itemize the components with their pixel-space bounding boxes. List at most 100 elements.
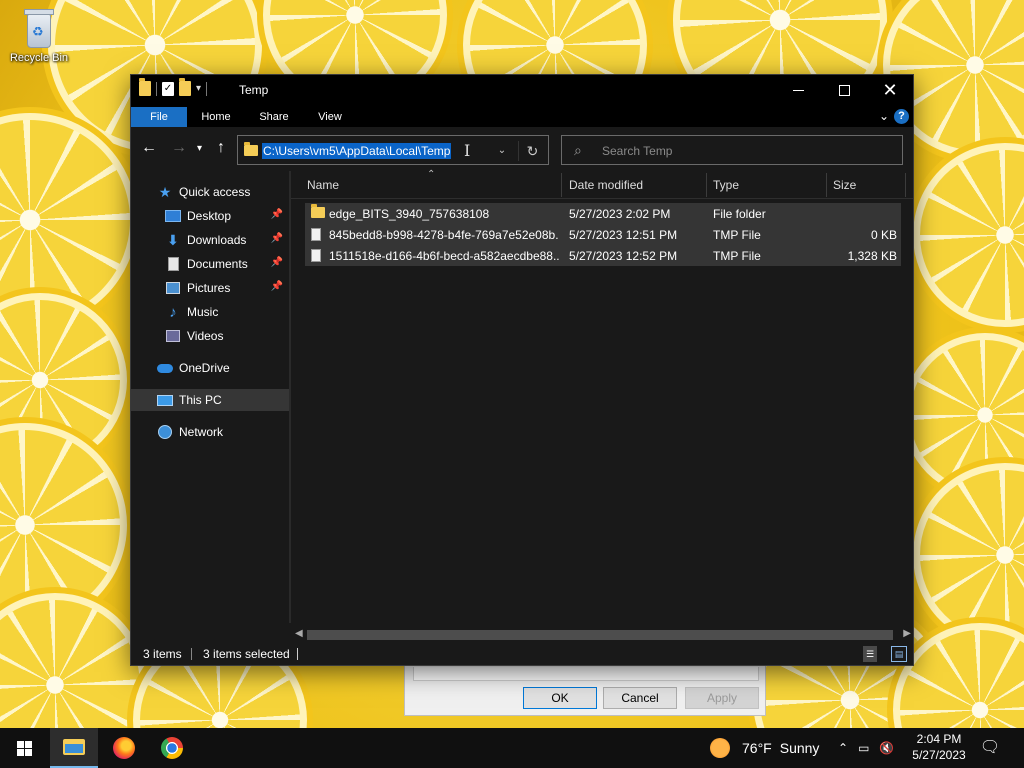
network-status-icon[interactable]: ▭ bbox=[858, 741, 869, 755]
navigation-pane: ★ Quick access Desktop 📌 ⬇ Downloads 📌 D… bbox=[131, 171, 289, 623]
taskbar-firefox[interactable] bbox=[100, 728, 148, 768]
properties-icon[interactable]: ✓ bbox=[162, 81, 174, 96]
quick-access-toolbar: ✓ ▾ bbox=[139, 78, 208, 96]
search-icon: ⌕ bbox=[574, 142, 582, 158]
desktop-icon bbox=[165, 210, 181, 222]
pin-icon[interactable]: 📌 bbox=[271, 209, 283, 220]
tab-home[interactable]: Home bbox=[193, 107, 239, 127]
column-header-type[interactable]: Type bbox=[713, 178, 739, 192]
recycle-bin-shortcut[interactable]: ♻ Recycle Bin bbox=[4, 6, 74, 64]
file-date: 5/27/2023 12:51 PM bbox=[569, 228, 678, 242]
documents-icon bbox=[167, 257, 179, 271]
weather-widget[interactable]: 76°F Sunny bbox=[710, 728, 819, 768]
sidebar-item-videos[interactable]: Videos bbox=[131, 325, 289, 347]
file-type: TMP File bbox=[713, 228, 761, 242]
weather-temp: 76°F bbox=[742, 740, 772, 756]
sidebar-item-music[interactable]: ♪ Music bbox=[131, 301, 289, 323]
sidebar-item-label: Network bbox=[179, 425, 224, 439]
up-arrow-icon[interactable]: ↑ bbox=[217, 139, 225, 157]
minimize-button[interactable] bbox=[775, 75, 821, 105]
refresh-icon[interactable]: ↻ bbox=[518, 141, 546, 161]
taskbar-chrome[interactable] bbox=[148, 728, 196, 768]
pictures-icon bbox=[166, 282, 180, 294]
sidebar-item-label: OneDrive bbox=[179, 361, 230, 375]
start-button[interactable] bbox=[0, 728, 48, 768]
window-title: Temp bbox=[239, 83, 269, 97]
file-icon bbox=[311, 249, 321, 262]
scroll-right-icon[interactable]: ▶ bbox=[903, 628, 911, 639]
selected-count: 3 items selected bbox=[203, 647, 290, 661]
sidebar-item-label: Videos bbox=[187, 329, 224, 343]
pin-icon[interactable]: 📌 bbox=[271, 281, 283, 292]
column-label: Size bbox=[833, 178, 857, 192]
file-type: TMP File bbox=[713, 249, 761, 263]
sidebar-item-onedrive[interactable]: OneDrive bbox=[131, 357, 289, 379]
notifications-icon[interactable]: 🗨 bbox=[978, 736, 1002, 760]
tab-view[interactable]: View bbox=[307, 107, 353, 127]
new-folder-icon[interactable] bbox=[179, 78, 191, 96]
status-bar: 3 items 3 items selected ☰ ▤ bbox=[131, 643, 913, 665]
maximize-button[interactable] bbox=[821, 75, 867, 105]
pin-icon[interactable]: 📌 bbox=[271, 233, 283, 244]
file-name: edge_BITS_3940_757638108 bbox=[329, 207, 490, 221]
cancel-button[interactable]: Cancel bbox=[603, 687, 677, 709]
sidebar-item-pictures[interactable]: Pictures 📌 bbox=[131, 277, 289, 299]
recent-locations-icon[interactable]: ▾ bbox=[197, 143, 202, 154]
background-dialog-field bbox=[413, 667, 759, 681]
column-header-size[interactable]: Size bbox=[833, 178, 856, 192]
close-button[interactable]: ✕ bbox=[867, 75, 913, 105]
videos-icon bbox=[166, 330, 180, 342]
clock[interactable]: 2:04 PM 5/27/2023 bbox=[906, 731, 972, 763]
column-label: Name bbox=[307, 178, 340, 192]
table-row[interactable]: edge_BITS_3940_757638108 5/27/2023 2:02 … bbox=[305, 203, 901, 224]
file-name: 845bedd8-b998-4278-b4fe-769a7e52e08b... bbox=[329, 228, 559, 242]
sidebar-item-desktop[interactable]: Desktop 📌 bbox=[131, 205, 289, 227]
search-input[interactable]: ⌕ Search Temp bbox=[561, 135, 903, 165]
sidebar-item-documents[interactable]: Documents 📌 bbox=[131, 253, 289, 275]
details-view-icon[interactable]: ☰ bbox=[863, 646, 877, 662]
sidebar-item-label: Downloads bbox=[187, 233, 247, 247]
column-label: Type bbox=[713, 178, 740, 192]
show-hidden-icons-icon[interactable]: ⌃ bbox=[838, 741, 848, 755]
sidebar-item-quick-access[interactable]: ★ Quick access bbox=[131, 181, 289, 203]
file-date: 5/27/2023 12:52 PM bbox=[569, 249, 678, 263]
horizontal-scrollbar[interactable]: ◀ ▶ bbox=[291, 627, 913, 643]
table-row[interactable]: 845bedd8-b998-4278-b4fe-769a7e52e08b... … bbox=[305, 224, 901, 245]
address-dropdown-icon[interactable]: ⌄ bbox=[492, 141, 512, 161]
back-arrow-icon[interactable]: ← bbox=[141, 139, 157, 157]
file-size: 0 KB bbox=[870, 228, 897, 242]
large-icons-view-icon[interactable]: ▤ bbox=[891, 646, 907, 662]
volume-muted-icon[interactable]: 🔇 bbox=[879, 741, 894, 755]
sidebar-item-network[interactable]: Network bbox=[131, 421, 289, 443]
sidebar-item-label: Quick access bbox=[179, 185, 251, 199]
ok-button[interactable]: OK bbox=[523, 687, 597, 709]
taskbar-file-explorer[interactable] bbox=[50, 728, 98, 768]
column-header-name[interactable]: Name bbox=[307, 178, 339, 192]
star-icon: ★ bbox=[158, 183, 172, 200]
scrollbar-thumb[interactable] bbox=[307, 630, 893, 640]
address-path[interactable]: C:\Users\vm5\AppData\Local\Temp bbox=[262, 143, 452, 159]
network-icon bbox=[158, 425, 172, 439]
file-list: Name ⌃ Date modified Type Size edge_BITS… bbox=[291, 169, 913, 623]
sidebar-item-downloads[interactable]: ⬇ Downloads 📌 bbox=[131, 229, 289, 251]
sort-ascending-icon: ⌃ bbox=[427, 169, 436, 180]
column-headers: Name ⌃ Date modified Type Size bbox=[291, 169, 913, 199]
file-size: 1,328 KB bbox=[847, 249, 897, 263]
sidebar-item-label: Documents bbox=[187, 257, 248, 271]
sidebar-item-this-pc[interactable]: This PC bbox=[131, 389, 289, 411]
title-bar[interactable]: ✓ ▾ Temp ✕ bbox=[131, 75, 913, 107]
download-icon: ⬇ bbox=[167, 231, 179, 248]
file-explorer-window: ✓ ▾ Temp ✕ File Home Share View ⌄ ? ← → … bbox=[130, 74, 914, 666]
tab-share[interactable]: Share bbox=[251, 107, 297, 127]
customize-toolbar-icon[interactable]: ▾ bbox=[196, 83, 201, 94]
search-placeholder: Search Temp bbox=[602, 144, 673, 158]
table-row[interactable]: 1511518e-d166-4b6f-becd-a582aecdbe88... … bbox=[305, 245, 901, 266]
pin-icon[interactable]: 📌 bbox=[271, 257, 283, 268]
taskbar: 76°F Sunny ⌃ ▭ 🔇 2:04 PM 5/27/2023 🗨 bbox=[0, 728, 1024, 768]
tab-file[interactable]: File bbox=[131, 107, 187, 127]
address-bar[interactable]: C:\Users\vm5\AppData\Local\Temp I ⌄ ↻ bbox=[237, 135, 549, 165]
help-icon[interactable]: ? bbox=[894, 109, 909, 124]
expand-ribbon-icon[interactable]: ⌄ bbox=[879, 109, 889, 123]
column-header-date-modified[interactable]: Date modified bbox=[569, 178, 643, 192]
scroll-left-icon[interactable]: ◀ bbox=[295, 628, 303, 639]
